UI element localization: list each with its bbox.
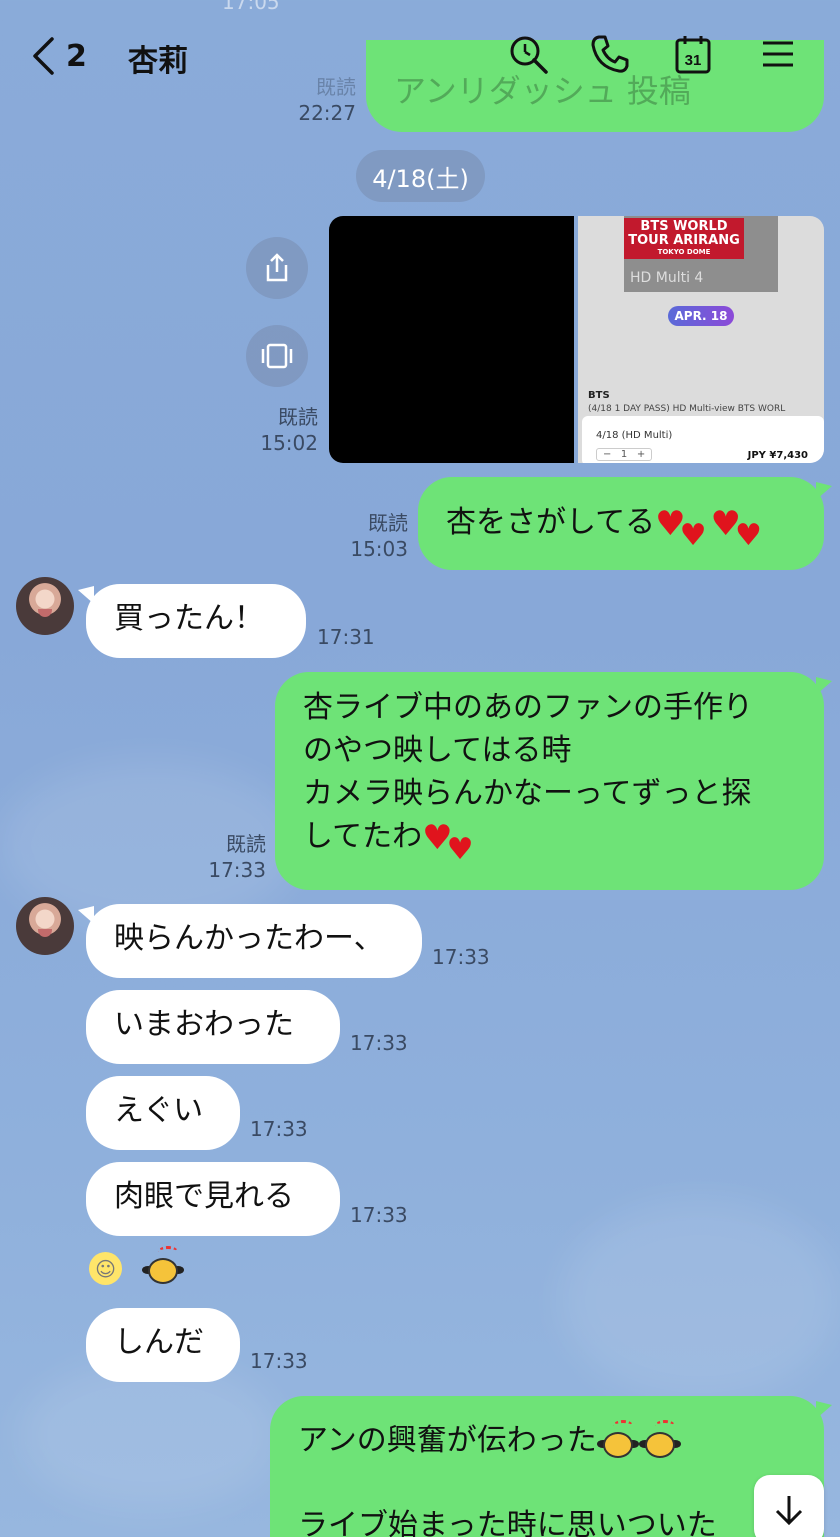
message-text: アンの興奮が伝わった: [298, 1423, 597, 1458]
message-line: のやつ映してはる時: [303, 733, 572, 768]
poster-hd-label: HD Multi 4: [630, 270, 704, 286]
message-text: 買ったん！: [114, 601, 264, 636]
read-receipt: 既読: [226, 832, 266, 856]
smile-emoji: ☺: [89, 1252, 122, 1285]
message-bubble-theirs[interactable]: しんだ: [86, 1308, 240, 1382]
gallery-icon: [261, 343, 293, 369]
read-receipt: 既読: [368, 511, 408, 535]
back-button[interactable]: 2: [30, 34, 100, 78]
ghost-time: 17:05: [222, 0, 280, 14]
dog-sticker: [638, 1419, 681, 1462]
dog-sticker: [142, 1246, 184, 1288]
message-bubble-mine[interactable]: 杏をさがしてる♥♥ ♥♥: [418, 477, 824, 570]
photo-thumbnail-screenshot[interactable]: BTS WORLD TOUR ARIRANG TOKYO DOME HD Mul…: [578, 216, 824, 463]
chat-title: 杏莉: [128, 44, 188, 79]
message-time: 17:33: [432, 945, 490, 969]
dog-sticker: [596, 1419, 639, 1462]
message-time: 17:33: [250, 1117, 308, 1141]
message-bubble-theirs[interactable]: 買ったん！: [86, 584, 306, 658]
poster-title: BTS WORLD TOUR ARIRANG TOKYO DOME: [624, 218, 744, 259]
heart-emoji: ♥: [446, 831, 474, 867]
message-bubble-theirs[interactable]: 映らんかったわー、: [86, 904, 422, 978]
background-cloud: [560, 1200, 840, 1400]
message-time: 17:33: [350, 1203, 408, 1227]
message-time: 17:33: [350, 1031, 408, 1055]
message-text: えぐい: [114, 1093, 204, 1128]
message-time: 15:03: [350, 537, 408, 561]
message-line: カメラ映らんかなーってずっと探: [303, 776, 752, 811]
message-time: 17:33: [250, 1349, 308, 1373]
unread-count: 2: [66, 38, 87, 74]
heart-emoji: ♥: [679, 517, 707, 553]
search-button[interactable]: [506, 32, 550, 76]
avatar[interactable]: [16, 897, 74, 955]
message-bubble-theirs[interactable]: えぐい: [86, 1076, 240, 1150]
message-line: 杏ライブ中のあのファンの手作り: [303, 690, 753, 725]
calendar-button[interactable]: 31: [671, 32, 715, 76]
artist-name: BTS: [588, 390, 610, 401]
share-icon: [266, 253, 288, 282]
bubble-tail: [816, 1401, 832, 1419]
chat-header: 17:05 2 杏莉 31: [0, 0, 840, 110]
message-text: しんだ: [114, 1325, 204, 1360]
price: JPY ¥7,430: [747, 450, 808, 461]
date-badge: APR. 18: [668, 306, 734, 326]
message-meta: 既読 15:03: [330, 510, 408, 562]
product-name: (4/18 1 DAY PASS) HD Multi-view BTS WORL: [588, 404, 786, 414]
phone-icon: [591, 35, 629, 73]
message-time: 15:02: [260, 431, 318, 455]
message-text: 映らんかったわー、: [114, 921, 384, 956]
bubble-tail: [816, 677, 832, 695]
message-text: いまおわった: [114, 1007, 294, 1042]
message-meta: 既読 15:02: [240, 404, 318, 456]
scroll-to-bottom-button[interactable]: [754, 1475, 824, 1537]
message-bubble-mine[interactable]: 杏ライブ中のあのファンの手作り のやつ映してはる時 カメラ映らんかなーってずっと…: [275, 672, 824, 890]
gallery-button[interactable]: [246, 325, 308, 387]
read-receipt: 既読: [278, 405, 318, 429]
message-meta: 既読 17:33: [186, 831, 266, 883]
message-time: 17:33: [208, 858, 266, 882]
quantity-stepper: − 1 +: [596, 448, 653, 461]
message-text: 肉眼で見れる: [114, 1179, 294, 1214]
poster-subtitle: TOKYO DOME: [657, 248, 711, 256]
poster-image: BTS WORLD TOUR ARIRANG TOKYO DOME HD Mul…: [624, 216, 778, 292]
calendar-day: 31: [685, 52, 702, 69]
product-option-card: 4/18 (HD Multi) − 1 + JPY ¥7,430: [582, 416, 824, 463]
share-button[interactable]: [246, 237, 308, 299]
message-bubble-theirs[interactable]: 肉眼で見れる: [86, 1162, 340, 1236]
call-button[interactable]: [588, 32, 632, 76]
heart-emoji: ♥: [734, 517, 762, 553]
photo-thumbnail-black[interactable]: [329, 216, 574, 463]
arrow-down-icon: [775, 1496, 803, 1526]
hamburger-menu-icon: [763, 41, 793, 67]
menu-button[interactable]: [756, 32, 800, 76]
search-icon: [510, 36, 548, 74]
message-time: 17:31: [317, 625, 375, 649]
message-bubble-mine[interactable]: アンの興奮が伝わった ライブ始まった時に思いついた: [270, 1396, 824, 1537]
bubble-tail: [816, 482, 832, 500]
message-text: ライブ始まった時に思いついた: [298, 1508, 717, 1537]
message-text: 杏をさがしてる: [446, 505, 656, 540]
option-label: 4/18 (HD Multi): [596, 430, 673, 441]
avatar[interactable]: [16, 577, 74, 635]
date-divider: 4/18(土): [356, 150, 485, 202]
calendar-icon: 31: [675, 36, 711, 74]
message-bubble-theirs[interactable]: いまおわった: [86, 990, 340, 1064]
message-line: してたわ: [303, 819, 423, 854]
background-cloud: [20, 1360, 280, 1510]
chevron-left-icon: [33, 37, 54, 75]
